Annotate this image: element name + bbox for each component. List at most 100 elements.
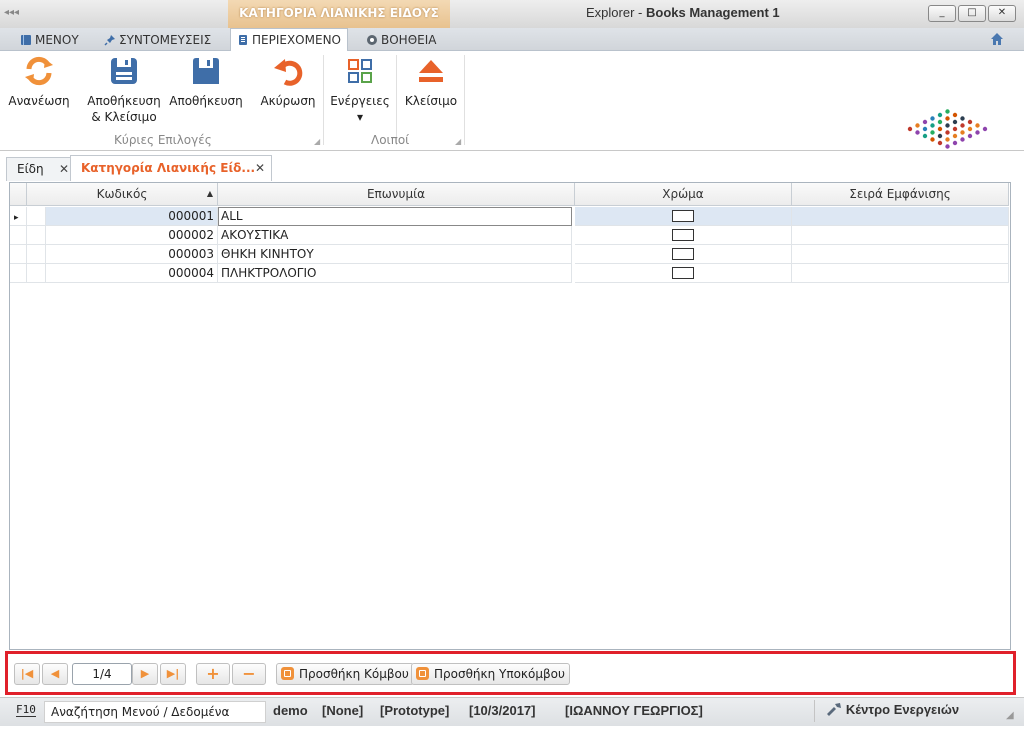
group-separator <box>323 55 324 145</box>
cell-display-order[interactable] <box>792 226 1009 245</box>
table-row[interactable]: 000003 ΘΗΚΗ ΚΙΝΗΤΟΥ <box>10 245 1010 264</box>
row-indicator[interactable] <box>10 226 27 245</box>
add-record-button[interactable]: + <box>196 663 230 685</box>
add-node-button[interactable]: Προσθήκη Κόμβου <box>276 663 414 685</box>
app-name: Explorer <box>586 5 635 20</box>
company-logo <box>907 109 988 149</box>
status-user: demo <box>273 703 308 718</box>
cancel-button[interactable]: Ακύρωση <box>258 55 318 109</box>
data-grid: Κωδικός ▲ Επωνυμία Χρώμα Σειρά Εμφάνισης… <box>9 182 1011 650</box>
logo-dot <box>952 112 958 118</box>
cell-code[interactable]: 000003 <box>46 245 218 264</box>
resize-grip-icon[interactable]: ◢ <box>1006 710 1014 721</box>
cell-color[interactable] <box>575 207 792 226</box>
menu-item-help[interactable]: ΒΟΗΘΕΙΑ <box>360 30 442 50</box>
tab-items[interactable]: Είδη ✕ <box>6 157 76 181</box>
column-header-display-order[interactable]: Σειρά Εμφάνισης <box>792 183 1009 206</box>
save-icon <box>193 58 219 84</box>
cell-display-order[interactable] <box>792 207 1009 226</box>
tab-label: Κατηγορία Λιανικής Είδ... <box>81 161 256 175</box>
logo-dot <box>930 130 935 135</box>
group-separator <box>396 55 397 145</box>
logo-dot <box>967 126 973 132</box>
close-button[interactable]: Κλείσιμο <box>402 55 460 109</box>
close-window-button[interactable]: ✕ <box>988 5 1016 22</box>
cell-name[interactable]: ΠΛΗΚΤΡΟΛΟΓΙΟ <box>218 264 572 283</box>
save-close-button[interactable]: Αποθήκευση & Κλείσιμο <box>86 55 162 125</box>
group-launcher-icon[interactable]: ◢ <box>455 137 461 146</box>
menu-item-label: ΠΕΡΙΕΧΟΜΕΝΟ <box>252 33 341 47</box>
menu-item-shortcuts[interactable]: ΣΥΝΤΟΜΕΥΣΕΙΣ <box>98 30 217 50</box>
maximize-button[interactable]: □ <box>958 5 986 22</box>
quick-access-icon[interactable]: ◂◂◂ <box>4 7 19 18</box>
logo-dot <box>937 112 943 118</box>
close-icon[interactable]: ✕ <box>255 156 265 181</box>
help-icon <box>367 35 377 45</box>
save-button[interactable]: Αποθήκευση <box>168 55 244 109</box>
cell-code[interactable]: 000002 <box>46 226 218 245</box>
home-icon[interactable] <box>989 31 1005 47</box>
next-record-button[interactable]: ▶ <box>132 663 158 685</box>
logo-dot <box>960 116 965 121</box>
delete-record-button[interactable]: − <box>232 663 266 685</box>
logo-dot <box>952 133 958 139</box>
column-header-color[interactable]: Χρώμα <box>575 183 792 206</box>
cell-code[interactable]: 000001 <box>46 207 218 226</box>
menu-item-label: ΒΟΗΘΕΙΑ <box>381 33 437 47</box>
group-separator <box>464 55 465 145</box>
logo-dot <box>952 126 958 132</box>
group-launcher-icon[interactable]: ◢ <box>314 137 320 146</box>
column-label: Κωδικός <box>96 187 148 201</box>
menu-search-input[interactable]: Αναζήτηση Μενού / Δεδομένα <box>44 701 266 723</box>
page-indicator[interactable]: 1/4 <box>72 663 132 685</box>
column-header-code[interactable]: Κωδικός ▲ <box>27 183 218 206</box>
color-swatch <box>672 229 694 241</box>
cell-color[interactable] <box>575 226 792 245</box>
add-subnode-icon <box>416 667 429 680</box>
minimize-button[interactable]: _ <box>928 5 956 22</box>
row-indicator[interactable] <box>10 264 27 283</box>
cell-color[interactable] <box>575 245 792 264</box>
logo-dot <box>945 137 950 142</box>
menu-item-menu[interactable]: ΜΕΝΟΥ <box>14 30 85 50</box>
table-row[interactable]: ▸ 000001 ALL <box>10 207 1010 226</box>
last-record-button[interactable]: ▶| <box>160 663 186 685</box>
cell-name[interactable]: ALL <box>218 207 572 226</box>
menu-item-label: ΣΥΝΤΟΜΕΥΣΕΙΣ <box>119 33 212 47</box>
cell-color[interactable] <box>575 264 792 283</box>
undo-icon <box>274 59 303 86</box>
row-indicator[interactable]: ▸ <box>10 207 27 226</box>
table-row[interactable]: 000002 ΑΚΟΥΣΤΙΚΑ <box>10 226 1010 245</box>
action-center-label: Κέντρο Ενεργειών <box>845 702 960 717</box>
tab-retail-category[interactable]: Κατηγορία Λιανικής Είδ... ✕ <box>70 155 272 181</box>
action-center-button[interactable]: Κέντρο Ενεργειών <box>826 702 959 717</box>
previous-record-button[interactable]: ◀ <box>42 663 68 685</box>
actions-button[interactable]: Ενέργειες ▾ <box>330 55 390 125</box>
color-swatch <box>672 248 694 260</box>
cell-display-order[interactable] <box>792 245 1009 264</box>
logo-dot <box>945 130 950 135</box>
cell-name[interactable]: ΑΚΟΥΣΤΙΚΑ <box>218 226 572 245</box>
logo-dot <box>915 123 920 128</box>
logo-dot <box>930 123 935 128</box>
cell-name[interactable]: ΘΗΚΗ ΚΙΝΗΤΟΥ <box>218 245 572 264</box>
column-header-name[interactable]: Επωνυμία <box>218 183 575 206</box>
table-row[interactable]: 000004 ΠΛΗΚΤΡΟΛΟΓΙΟ <box>10 264 1010 283</box>
actions-icon <box>348 59 372 83</box>
first-record-button[interactable]: |◀ <box>14 663 40 685</box>
logo-dot <box>960 123 965 128</box>
status-prototype: [Prototype] <box>380 703 450 718</box>
sort-ascending-icon: ▲ <box>206 189 213 198</box>
row-indicator[interactable] <box>10 245 27 264</box>
refresh-button[interactable]: Ανανέωση <box>8 55 70 109</box>
logo-dot <box>945 109 950 114</box>
cell-display-order[interactable] <box>792 264 1009 283</box>
logo-dot <box>975 130 980 135</box>
cell-code[interactable]: 000004 <box>46 264 218 283</box>
add-subnode-button[interactable]: Προσθήκη Υποκόμβου <box>411 663 570 685</box>
action-center-icon <box>827 703 841 716</box>
close-icon[interactable]: ✕ <box>59 158 69 180</box>
save-close-label-line1: Αποθήκευση <box>87 94 161 108</box>
refresh-label: Ανανέωση <box>8 94 70 108</box>
menu-item-content[interactable]: ΠΕΡΙΕΧΟΜΕΝΟ <box>230 28 348 51</box>
